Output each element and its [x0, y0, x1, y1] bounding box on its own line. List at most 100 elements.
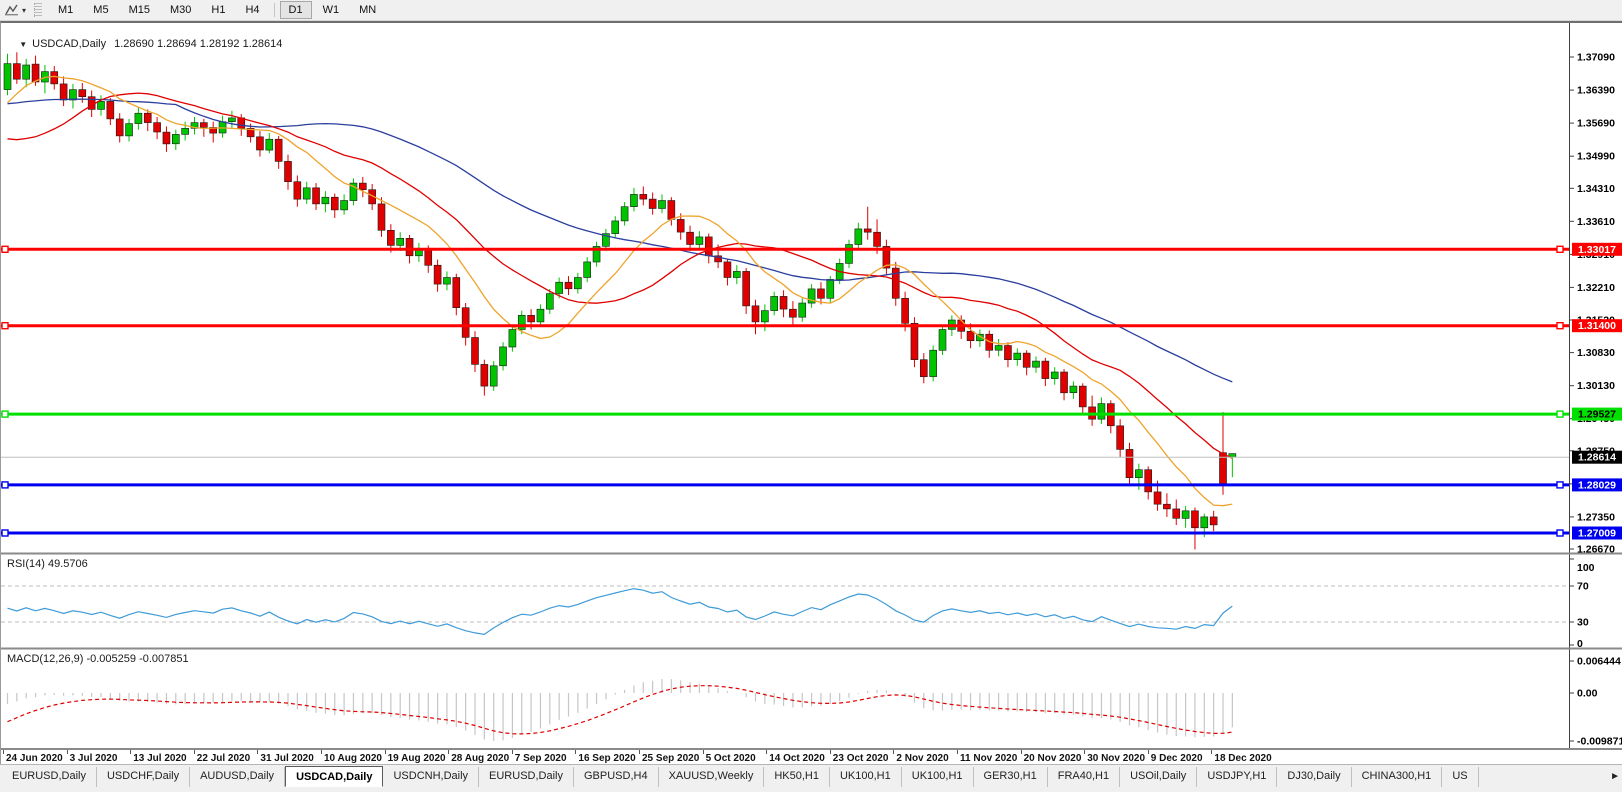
svg-text:1.34310: 1.34310	[1577, 183, 1615, 195]
toolbar: ▾ M1 M5 M15 M30 H1 H4 D1 W1 MN	[0, 0, 1622, 21]
timeframe-button-D1[interactable]: D1	[279, 1, 312, 19]
chart-tool-icon[interactable]	[4, 3, 20, 17]
date-tick	[1147, 750, 1149, 754]
rsi-panel[interactable]: 10070300	[1, 555, 1622, 650]
tab-scroll-right-icon[interactable]: ►	[1610, 771, 1620, 782]
date-label: 30 Nov 2020	[1087, 753, 1146, 764]
chart-tab-UK100-H1[interactable]: UK100,H1	[902, 767, 974, 787]
date-label: 7 Sep 2020	[514, 753, 567, 764]
date-label: 11 Nov 2020	[960, 753, 1018, 764]
chart-tab-HK50-H1[interactable]: HK50,H1	[764, 767, 830, 787]
svg-text:1.36390: 1.36390	[1577, 85, 1615, 97]
chart-tab-EURUSD-Daily[interactable]: EURUSD,Daily	[479, 767, 574, 787]
svg-text:1.37090: 1.37090	[1577, 52, 1615, 64]
chart-tab-GER30-H1[interactable]: GER30,H1	[974, 767, 1048, 787]
timeframe-button-H1[interactable]: H1	[202, 1, 234, 19]
chart-tab-GBPUSD-H4[interactable]: GBPUSD,H4	[574, 767, 659, 787]
chart-title: ▼ USDCAD,Daily 1.28690 1.28694 1.28192 1.2…	[7, 26, 282, 62]
date-label: 24 Jun 2020	[6, 753, 63, 764]
svg-text:30: 30	[1577, 617, 1589, 629]
chart-tab-USDCAD-Daily[interactable]: USDCAD,Daily	[285, 766, 384, 787]
date-tick	[66, 750, 68, 754]
chart-tab-US[interactable]: US	[1442, 767, 1479, 787]
svg-text:1.31400: 1.31400	[1578, 320, 1616, 332]
chart-window[interactable]: ▼ USDCAD,Daily 1.28690 1.28694 1.28192 1.2…	[0, 21, 1622, 768]
date-tick	[893, 750, 895, 754]
timeframe-button-H4[interactable]: H4	[236, 1, 268, 19]
chart-tab-FRA40-H1[interactable]: FRA40,H1	[1048, 767, 1121, 787]
chart-tab-UK100-H1[interactable]: UK100,H1	[830, 767, 902, 787]
chart-tab-AUDUSD-Daily[interactable]: AUDUSD,Daily	[190, 767, 286, 787]
chart-tab-USDCHF-Daily[interactable]: USDCHF,Daily	[97, 767, 191, 787]
chart-tab-USDCNH-Daily[interactable]: USDCNH,Daily	[383, 767, 480, 787]
chart-symbol-period: USDCAD,Daily	[32, 38, 107, 50]
date-tick	[702, 750, 704, 754]
date-tick	[1084, 750, 1086, 754]
svg-text:1.35690: 1.35690	[1577, 118, 1615, 130]
date-label: 13 Jul 2020	[133, 753, 187, 764]
date-tick	[766, 750, 768, 754]
macd-histogram: 0.006444 0.00 -0.009871	[6, 650, 1622, 748]
date-label: 5 Oct 2020	[705, 753, 756, 764]
date-tick	[575, 750, 577, 754]
svg-text:1.33017: 1.33017	[1578, 244, 1616, 256]
date-label: 14 Oct 2020	[769, 753, 825, 764]
date-tick	[957, 750, 958, 754]
date-label: 25 Sep 2020	[642, 753, 700, 764]
date-tick	[511, 750, 513, 754]
chart-tab-USOil-Daily[interactable]: USOil,Daily	[1120, 767, 1198, 787]
svg-text:1.30830: 1.30830	[1577, 347, 1615, 359]
chart-tab-CHINA300-H1[interactable]: CHINA300,H1	[1352, 767, 1443, 787]
rsi-indicator-label: RSI(14) 49.5706	[7, 558, 88, 570]
date-tick	[829, 750, 831, 754]
rsi-line: 10070300	[1, 555, 1622, 650]
date-label: 16 Sep 2020	[578, 753, 636, 764]
date-tick	[384, 750, 386, 754]
date-tick	[639, 750, 640, 754]
svg-text:1.34990: 1.34990	[1577, 151, 1615, 163]
date-label: 3 Jul 2020	[69, 753, 118, 764]
timeframe-button-M1[interactable]: M1	[49, 1, 82, 19]
date-tick	[3, 750, 4, 754]
date-tick	[257, 750, 259, 754]
chart-tab-DJ30-Daily[interactable]: DJ30,Daily	[1277, 767, 1352, 787]
date-label: 10 Aug 2020	[324, 753, 382, 764]
timeframe-button-M5[interactable]: M5	[84, 1, 117, 19]
svg-text:1.29527: 1.29527	[1578, 409, 1616, 421]
chart-tab-EURUSD-Daily[interactable]: EURUSD,Daily	[2, 767, 97, 787]
svg-text:70: 70	[1577, 581, 1589, 593]
timeframe-button-W1[interactable]: W1	[314, 1, 349, 19]
zigzag-icon	[5, 4, 18, 16]
date-label: 31 Jul 2020	[260, 753, 314, 764]
toolbar-grip-handle[interactable]	[34, 3, 43, 17]
svg-text:0.006444: 0.006444	[1577, 656, 1621, 668]
chart-ohlc-values: 1.28690 1.28694 1.28192 1.28614	[114, 38, 283, 50]
timeframe-button-MN[interactable]: MN	[350, 1, 385, 19]
svg-text:1.28614: 1.28614	[1578, 452, 1616, 464]
toolbar-separator	[273, 3, 275, 17]
timeframe-button-M15[interactable]: M15	[120, 1, 159, 19]
chart-tab-XAUUSD-Weekly[interactable]: XAUUSD,Weekly	[659, 767, 765, 787]
chart-tabbar: EURUSD,Daily USDCHF,Daily AUDUSD,Daily USDC…	[0, 764, 1622, 792]
timeframe-button-M30[interactable]: M30	[161, 1, 200, 19]
chart-tab-USDJPY-H1[interactable]: USDJPY,H1	[1197, 767, 1278, 787]
svg-text:-0.009871: -0.009871	[1577, 736, 1622, 748]
date-tick	[448, 750, 450, 754]
svg-text:1.28029: 1.28029	[1578, 479, 1616, 491]
date-label: 2 Nov 2020	[896, 753, 949, 764]
date-label: 23 Oct 2020	[832, 753, 889, 764]
svg-text:1.27350: 1.27350	[1577, 511, 1615, 523]
collapse-caret-icon[interactable]: ▼	[19, 40, 27, 49]
price-chart-panel[interactable]: 1.37090 1.36390 1.35690 1.34990 1.34310 1.336…	[1, 23, 1622, 555]
macd-panel[interactable]: 0.006444 0.00 -0.009871	[1, 650, 1622, 748]
date-tick	[130, 750, 132, 754]
date-tick	[193, 750, 195, 754]
date-label: 18 Dec 2020	[1214, 753, 1272, 764]
date-label: 20 Nov 2020	[1023, 753, 1082, 764]
date-label: 22 Jul 2020	[196, 753, 251, 764]
svg-text:1.27009: 1.27009	[1578, 528, 1616, 540]
chart-tool-dropdown-icon[interactable]: ▾	[22, 6, 26, 15]
svg-text:1.32210: 1.32210	[1577, 282, 1615, 294]
macd-indicator-label: MACD(12,26,9) -0.005259 -0.007851	[7, 653, 189, 665]
svg-text:1.33610: 1.33610	[1577, 216, 1615, 228]
